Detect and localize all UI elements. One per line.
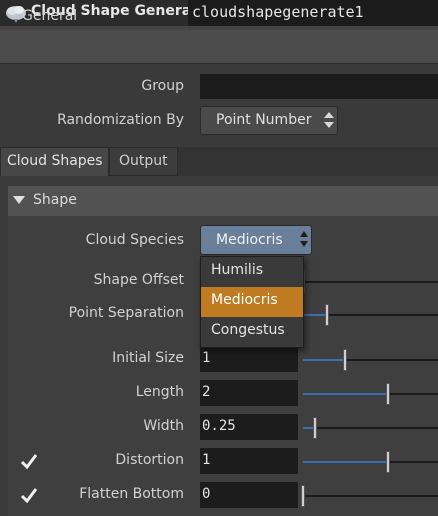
general-folder-label: General [22,8,78,24]
initial-size-value: 1 [202,350,211,366]
length-value: 2 [202,384,211,400]
checkmark-icon[interactable] [20,487,38,505]
width-value: 0.25 [202,418,236,434]
length-slider-fill [303,393,389,395]
distortion-field[interactable] [200,448,298,474]
shape-offset-label: Shape Offset [93,272,184,288]
flatten-bottom-value: 0 [202,486,211,502]
flatten-bottom-label: Flatten Bottom [79,486,184,502]
group-label: Group [141,78,184,94]
initial-size-field[interactable] [200,346,298,372]
group-field[interactable] [200,74,438,99]
distortion-label: Distortion [115,452,184,468]
point-separation-slider-handle[interactable] [325,304,330,326]
length-field[interactable] [200,380,298,406]
shape-offset-slider-track[interactable] [303,281,438,283]
distortion-slider-fill [303,461,389,463]
length-slider-handle[interactable] [386,383,391,405]
dropdown-option-humilis[interactable]: Humilis [201,257,303,287]
flatten-bottom-slider-handle[interactable] [301,485,305,507]
node-name-field[interactable]: cloudshapegenerate1 [188,0,438,26]
initial-size-slider-fill [303,359,345,361]
length-label: Length [135,384,184,400]
checkmark-icon[interactable] [20,453,38,471]
flatten-bottom-field[interactable] [200,482,298,508]
distortion-value: 1 [202,452,211,468]
width-label: Width [143,418,184,434]
width-slider-track[interactable] [303,427,438,429]
distortion-slider-handle[interactable] [386,451,391,473]
initial-size-slider-handle[interactable] [342,349,347,371]
dropdown-option-congestus[interactable]: Congestus [201,317,303,347]
flatten-bottom-slider-track[interactable] [303,495,438,497]
cloud-species-value: Mediocris [216,232,283,248]
point-separation-slider-fill [303,314,328,316]
shape-folder-label: Shape [33,192,77,208]
dropdown-option-mediocris[interactable]: Mediocris [201,287,303,317]
cloud-species-dropdown: Humilis Mediocris Congestus [200,256,304,348]
triangle-down-icon[interactable] [13,196,25,204]
cloud-species-label: Cloud Species [85,232,184,248]
width-slider-handle[interactable] [313,417,318,439]
updown-arrows-icon [324,112,334,128]
randomization-label: Randomization By [57,112,184,128]
tab-cloud-shapes-label: Cloud Shapes [7,153,103,169]
point-separation-label: Point Separation [68,305,184,321]
general-folder-header[interactable] [0,30,438,64]
updown-arrows-icon [300,231,308,247]
initial-size-label: Initial Size [112,350,184,366]
randomization-value: Point Number [216,112,312,128]
tab-output-label: Output [119,153,168,169]
